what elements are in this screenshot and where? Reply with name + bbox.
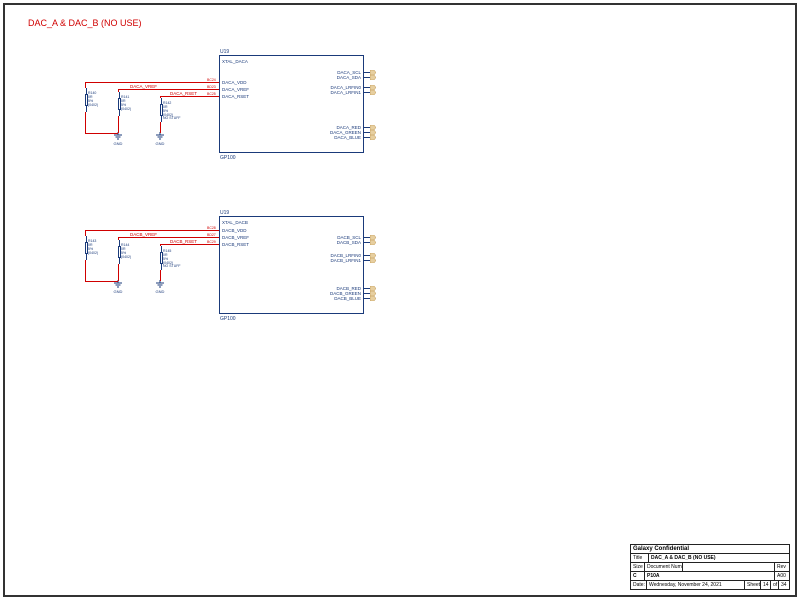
wire: [160, 96, 219, 97]
gnd-a2: GND: [154, 132, 166, 146]
port-icon: [370, 258, 376, 263]
port-icon: [370, 240, 376, 245]
ic-b-part: GP100: [220, 316, 236, 322]
resistor-b1: R1430R5%(0402): [80, 236, 92, 260]
tb-size-label: Size: [631, 563, 645, 571]
pin-b-xtal: XTAL_DACB: [222, 220, 248, 225]
net-b-vref: DACB_VREF: [130, 232, 157, 237]
port-icon: [370, 75, 376, 80]
wire: [85, 230, 86, 236]
wire: [118, 237, 119, 240]
wire: [118, 116, 119, 133]
wire: [160, 244, 161, 246]
tb-title: DAC_A & DAC_B (NO USE): [649, 554, 789, 562]
pin-a-rset: DACA_RSET: [222, 94, 249, 99]
tb-docnum: P10A: [645, 572, 775, 580]
tb-rev: A00: [775, 572, 789, 580]
wire: [118, 264, 119, 281]
gnd-a1: GND: [112, 132, 124, 146]
resistor-b3: R1450R5%(0402)NO STUFF: [155, 246, 167, 270]
pin-b-blue: DACB_BLUE: [325, 296, 361, 301]
port-icon: [370, 90, 376, 95]
tb-sheet: 14: [761, 581, 771, 589]
wire: [118, 89, 119, 92]
tb-of-label: of: [771, 581, 779, 589]
wire: [85, 260, 86, 282]
ic-b-ref: U19: [220, 210, 229, 216]
tb-date-label: Date:: [631, 581, 647, 589]
wire: [160, 270, 161, 281]
wire: [160, 122, 161, 133]
net-a-rset: DACA_RSET: [170, 91, 197, 96]
tb-title-label: Title: [631, 554, 649, 562]
wire: [85, 82, 86, 88]
wire: [160, 244, 219, 245]
tb-size: C: [631, 572, 645, 580]
resistor-a1: R1400R5%(0402): [80, 88, 92, 112]
pin-b-vdd: DACB_VDD: [222, 228, 247, 233]
pin-a-xtal: XTAL_DACA: [222, 59, 248, 64]
title-block: Galaxy Confidential Title DAC_A & DAC_B …: [630, 544, 790, 590]
pin-b-vref: DACB_VREF: [222, 235, 249, 240]
gnd-b1: GND: [112, 280, 124, 294]
wire: [85, 82, 219, 83]
wire: [85, 281, 118, 282]
pin-a-lrfin1: DACA_LRFIN1: [320, 90, 361, 95]
wire: [85, 230, 219, 231]
pin-a-blue: DACA_BLUE: [325, 135, 361, 140]
port-icon: [370, 296, 376, 301]
tb-docnum-label: Document Number: [645, 563, 683, 571]
wire: [85, 133, 118, 134]
gnd-b2: GND: [154, 280, 166, 294]
ic-a-ref: U19: [220, 49, 229, 55]
wire: [118, 89, 219, 90]
pin-a-vdd: DACA_VDD: [222, 80, 247, 85]
tb-company: Galaxy Confidential: [631, 545, 789, 553]
pin-a-sda: DACA_SDA: [325, 75, 361, 80]
pin-b-rset: DACB_RSET: [222, 242, 249, 247]
page-title: DAC_A & DAC_B (NO USE): [28, 18, 142, 28]
tb-of: 34: [779, 581, 789, 589]
pin-b-lrfin1: DACB_LRFIN1: [320, 258, 361, 263]
tb-rev-label: Rev: [775, 563, 789, 571]
resistor-a3: R1420R5%(0402)NO STUFF: [155, 98, 167, 122]
tb-sheet-label: Sheet: [745, 581, 761, 589]
wire: [160, 96, 161, 98]
resistor-b2: R1440R5%(0402): [113, 240, 125, 264]
wire: [118, 237, 219, 238]
net-a-vref: DACA_VREF: [130, 84, 157, 89]
tb-date: Wednesday, November 24, 2021: [647, 581, 745, 589]
port-icon: [370, 135, 376, 140]
wire: [85, 112, 86, 134]
resistor-a2: R1410R5%(0402): [113, 92, 125, 116]
net-b-rset: DACB_RSET: [170, 239, 197, 244]
pin-a-vref: DACA_VREF: [222, 87, 249, 92]
pin-b-sda: DACB_SDA: [325, 240, 361, 245]
ic-a-part: GP100: [220, 155, 236, 161]
